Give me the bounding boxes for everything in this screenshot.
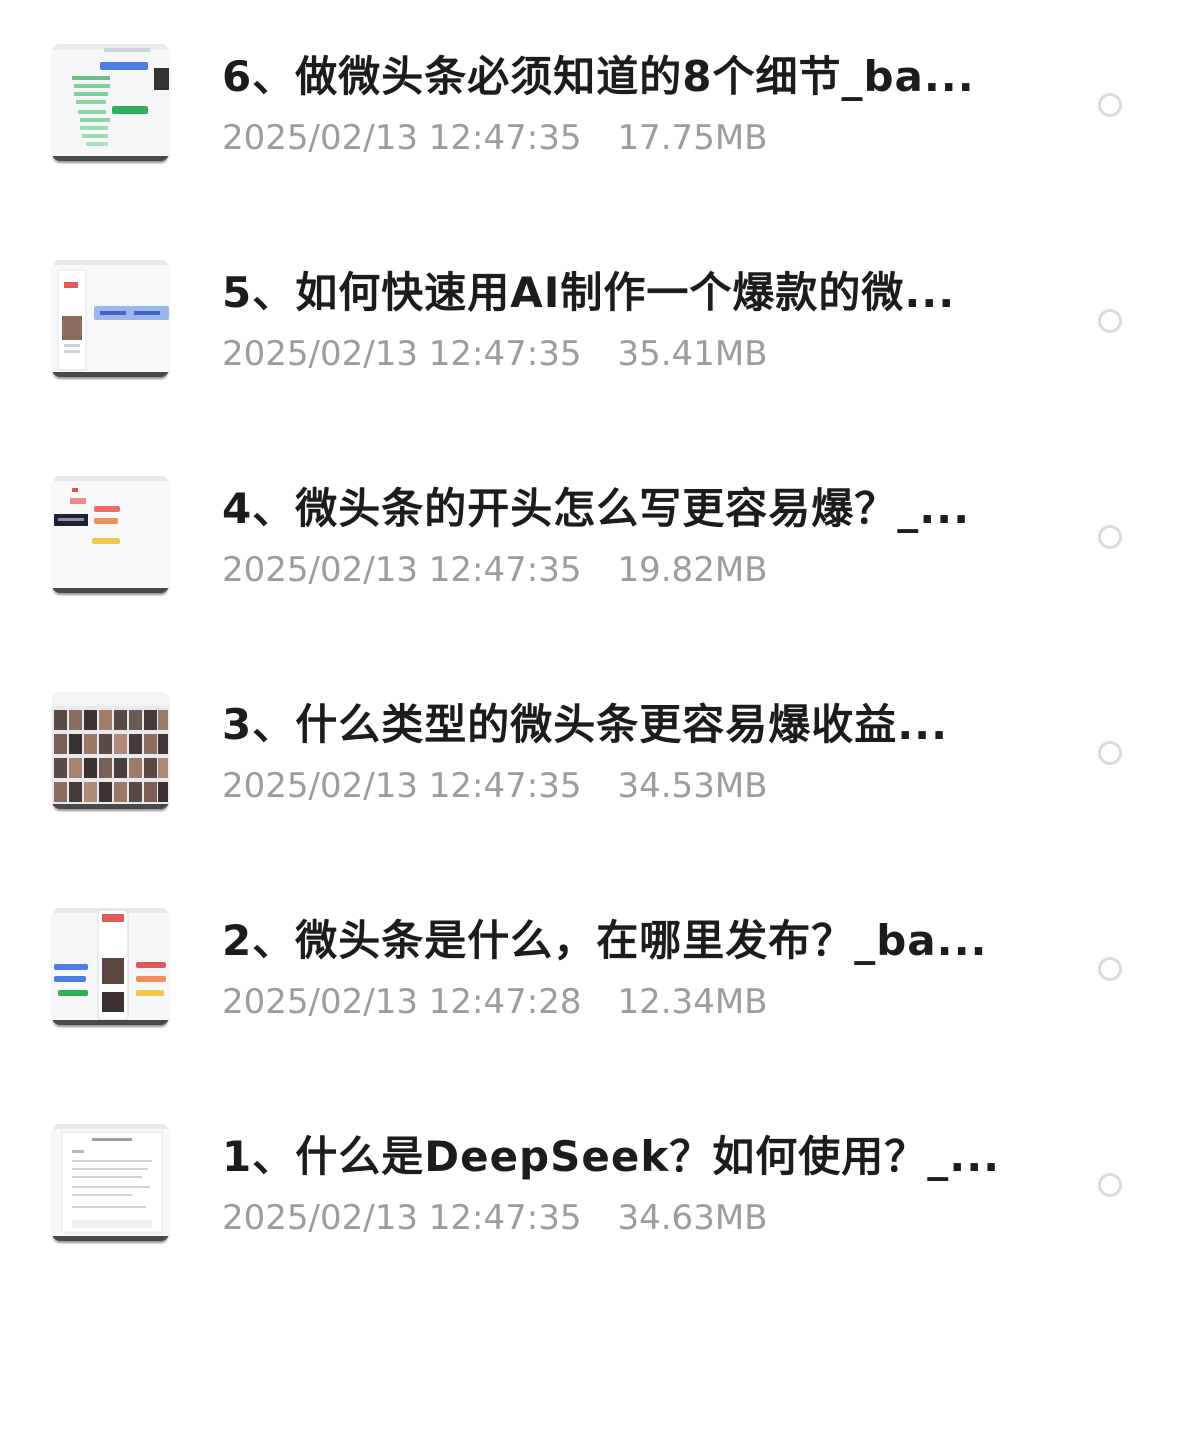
file-meta: 2025/02/13 12:47:35 19.82MB bbox=[222, 548, 767, 592]
file-name[interactable]: 3、什么类型的微头条更容易爆收益... bbox=[222, 700, 1052, 750]
select-radio[interactable] bbox=[1098, 957, 1122, 981]
file-size: 34.53MB bbox=[617, 766, 768, 806]
file-name[interactable]: 5、如何快速用AI制作一个爆款的微... bbox=[222, 268, 1052, 318]
file-name[interactable]: 1、什么是DeepSeek？如何使用？_... bbox=[222, 1132, 1052, 1182]
file-row[interactable]: 1、什么是DeepSeek？如何使用？_... 2025/02/13 12:47… bbox=[0, 1080, 1179, 1296]
file-size: 35.41MB bbox=[617, 334, 768, 374]
file-date: 2025/02/13 12:47:35 bbox=[222, 334, 582, 374]
select-radio[interactable] bbox=[1098, 1173, 1122, 1197]
select-radio[interactable] bbox=[1098, 525, 1122, 549]
file-meta: 2025/02/13 12:47:35 35.41MB bbox=[222, 332, 767, 376]
video-thumbnail[interactable] bbox=[52, 1124, 169, 1241]
file-size: 12.34MB bbox=[617, 982, 768, 1022]
file-row[interactable]: 4、微头条的开头怎么写更容易爆？_... 2025/02/13 12:47:35… bbox=[0, 432, 1179, 648]
file-date: 2025/02/13 12:47:35 bbox=[222, 766, 582, 806]
file-meta: 2025/02/13 12:47:35 17.75MB bbox=[222, 116, 767, 160]
file-name[interactable]: 2、微头条是什么，在哪里发布？_ba... bbox=[222, 916, 1052, 966]
file-row[interactable]: 3、什么类型的微头条更容易爆收益... 2025/02/13 12:47:35 3… bbox=[0, 648, 1179, 864]
select-radio[interactable] bbox=[1098, 309, 1122, 333]
video-thumbnail[interactable] bbox=[52, 908, 169, 1025]
file-meta: 2025/02/13 12:47:35 34.63MB bbox=[222, 1196, 767, 1240]
video-thumbnail[interactable] bbox=[52, 692, 169, 809]
file-meta: 2025/02/13 12:47:28 12.34MB bbox=[222, 980, 767, 1024]
file-date: 2025/02/13 12:47:35 bbox=[222, 118, 582, 158]
file-size: 19.82MB bbox=[617, 550, 768, 590]
video-thumbnail[interactable] bbox=[52, 260, 169, 377]
select-radio[interactable] bbox=[1098, 93, 1122, 117]
photo-grid-thumbnail-image bbox=[52, 692, 169, 809]
file-row[interactable]: 2、微头条是什么，在哪里发布？_ba... 2025/02/13 12:47:2… bbox=[0, 864, 1179, 1080]
file-row[interactable]: 6、做微头条必须知道的8个细节_ba... 2025/02/13 12:47:3… bbox=[0, 0, 1179, 216]
file-name[interactable]: 6、做微头条必须知道的8个细节_ba... bbox=[222, 52, 1052, 102]
file-name[interactable]: 4、微头条的开头怎么写更容易爆？_... bbox=[222, 484, 1052, 534]
phone-mindmap-thumbnail-image bbox=[52, 908, 169, 1025]
document-thumbnail-image bbox=[52, 1124, 169, 1241]
video-thumbnail[interactable] bbox=[52, 44, 169, 161]
video-thumbnail[interactable] bbox=[52, 476, 169, 593]
file-row[interactable]: 5、如何快速用AI制作一个爆款的微... 2025/02/13 12:47:35… bbox=[0, 216, 1179, 432]
mindmap-red-thumbnail-image bbox=[52, 476, 169, 593]
file-date: 2025/02/13 12:47:28 bbox=[222, 982, 582, 1022]
mindmap-green-thumbnail-image bbox=[52, 44, 169, 161]
file-date: 2025/02/13 12:47:35 bbox=[222, 550, 582, 590]
file-meta: 2025/02/13 12:47:35 34.53MB bbox=[222, 764, 767, 808]
file-size: 34.63MB bbox=[617, 1198, 768, 1238]
file-date: 2025/02/13 12:47:35 bbox=[222, 1198, 582, 1238]
select-radio[interactable] bbox=[1098, 741, 1122, 765]
file-size: 17.75MB bbox=[617, 118, 768, 158]
screen-portrait-thumbnail-image bbox=[52, 260, 169, 377]
